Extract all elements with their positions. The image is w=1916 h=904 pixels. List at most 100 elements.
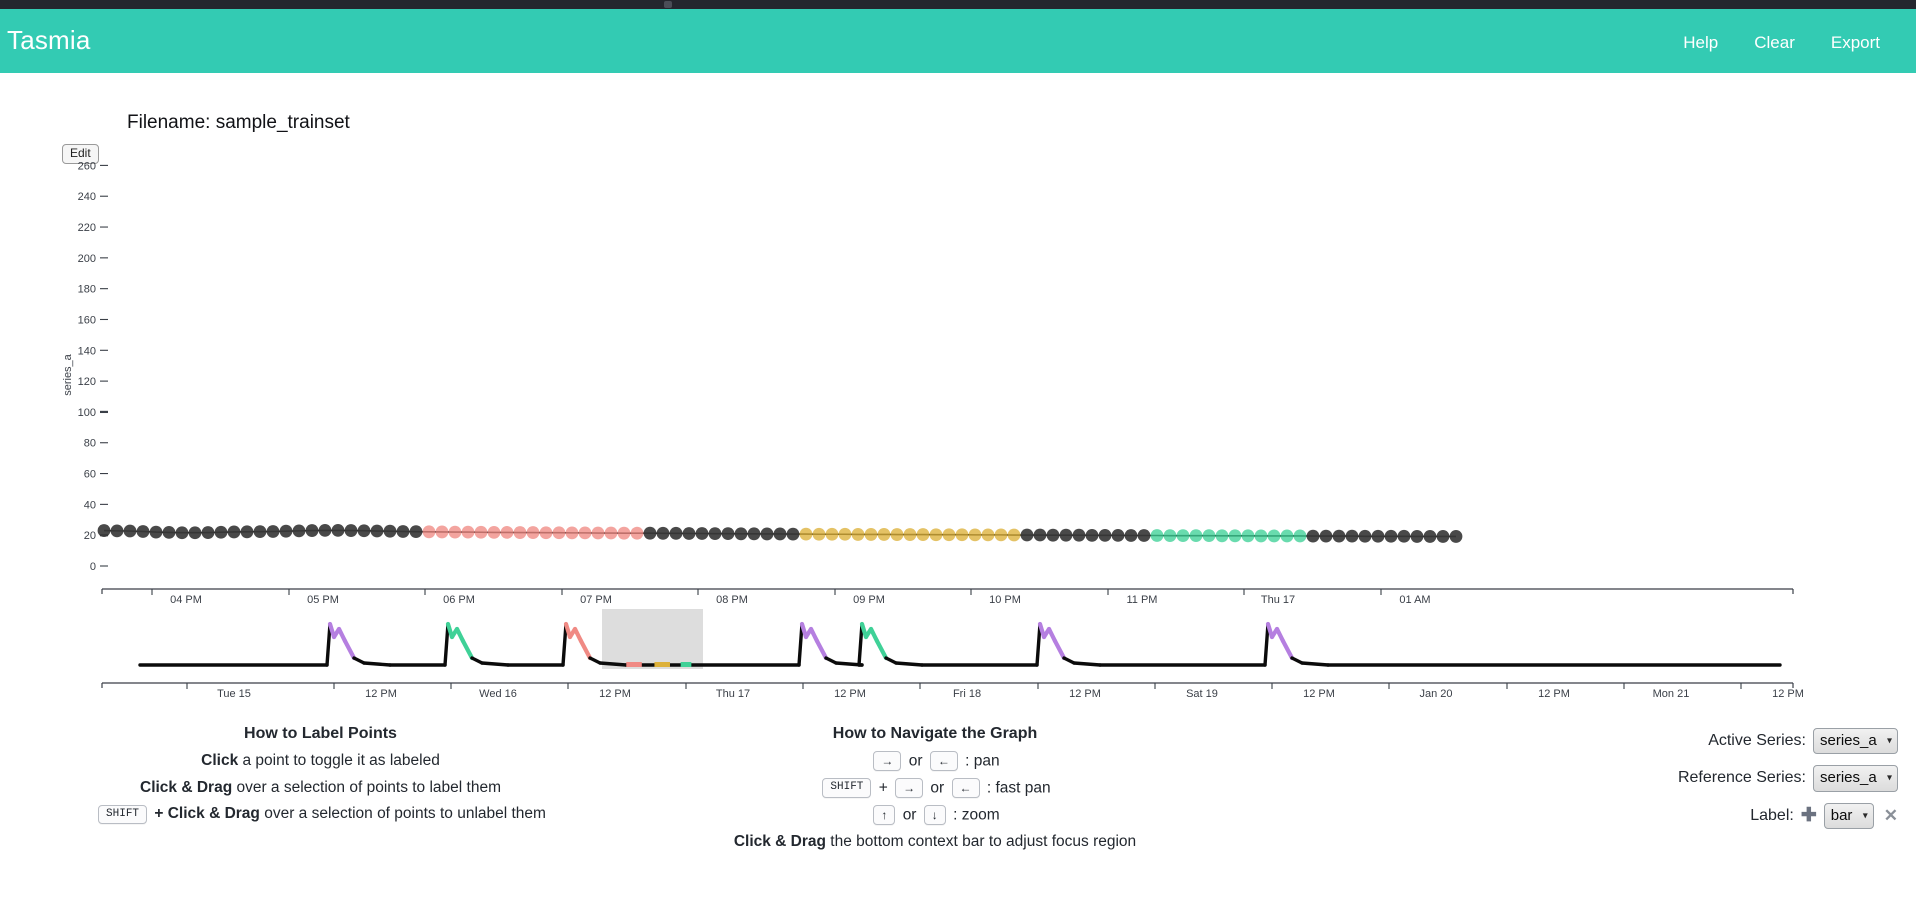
- data-point[interactable]: [500, 526, 514, 539]
- data-point[interactable]: [1358, 529, 1372, 543]
- data-point[interactable]: [513, 526, 527, 539]
- data-point[interactable]: [97, 524, 111, 537]
- data-point[interactable]: [799, 527, 813, 541]
- data-point[interactable]: [630, 526, 644, 540]
- data-point[interactable]: [188, 526, 202, 540]
- data-point[interactable]: [1124, 529, 1138, 542]
- data-point[interactable]: [1085, 528, 1099, 542]
- data-point[interactable]: [474, 525, 488, 539]
- data-point[interactable]: [1293, 529, 1307, 543]
- data-point[interactable]: [903, 528, 917, 541]
- data-point[interactable]: [539, 526, 553, 540]
- data-point[interactable]: [565, 526, 579, 540]
- label-select[interactable]: bar: [1823, 802, 1874, 829]
- data-point[interactable]: [721, 527, 735, 541]
- data-point[interactable]: [1046, 528, 1060, 542]
- data-point[interactable]: [409, 525, 423, 539]
- data-point[interactable]: [357, 524, 371, 538]
- data-point[interactable]: [136, 525, 150, 538]
- data-point[interactable]: [695, 527, 709, 540]
- data-point[interactable]: [656, 526, 670, 540]
- data-point[interactable]: [175, 526, 189, 540]
- data-point[interactable]: [318, 524, 332, 537]
- data-point[interactable]: [825, 527, 839, 541]
- data-point[interactable]: [552, 526, 566, 540]
- data-point[interactable]: [305, 524, 319, 537]
- data-point[interactable]: [370, 524, 384, 538]
- data-point[interactable]: [682, 527, 696, 540]
- data-point[interactable]: [1150, 529, 1164, 542]
- data-point[interactable]: [292, 524, 306, 538]
- data-point[interactable]: [422, 525, 436, 539]
- data-point[interactable]: [1423, 530, 1437, 543]
- data-point[interactable]: [851, 528, 865, 541]
- data-point[interactable]: [1137, 529, 1151, 542]
- data-point[interactable]: [1254, 529, 1268, 543]
- data-point[interactable]: [929, 528, 943, 542]
- data-point[interactable]: [1007, 528, 1021, 542]
- active-series-select[interactable]: series_a: [1813, 728, 1898, 755]
- data-point[interactable]: [578, 526, 592, 540]
- data-point[interactable]: [812, 527, 826, 541]
- data-point[interactable]: [396, 525, 410, 538]
- data-point[interactable]: [1215, 529, 1229, 543]
- data-point[interactable]: [110, 524, 124, 538]
- data-point[interactable]: [526, 526, 540, 539]
- data-point[interactable]: [1202, 529, 1216, 543]
- data-point[interactable]: [435, 525, 449, 539]
- data-point[interactable]: [708, 527, 722, 541]
- data-point[interactable]: [461, 525, 475, 539]
- data-point[interactable]: [734, 527, 748, 541]
- data-point[interactable]: [1371, 529, 1385, 543]
- data-point[interactable]: [1306, 529, 1320, 543]
- data-point[interactable]: [604, 526, 618, 540]
- data-point[interactable]: [1280, 529, 1294, 543]
- data-point[interactable]: [1241, 529, 1255, 543]
- data-point[interactable]: [1189, 529, 1203, 543]
- remove-label-icon[interactable]: ✕: [1884, 807, 1898, 824]
- data-point[interactable]: [1410, 530, 1424, 543]
- data-point[interactable]: [266, 525, 280, 538]
- data-point[interactable]: [448, 525, 462, 539]
- context-selection-window[interactable]: [602, 609, 703, 669]
- data-point[interactable]: [1397, 529, 1411, 543]
- chart-svg[interactable]: 0 20 40 60 80 100 120 140 160 180 200 220 240 260 ser…: [0, 0, 1916, 730]
- data-point[interactable]: [1020, 528, 1034, 542]
- data-point[interactable]: [149, 525, 163, 539]
- data-point[interactable]: [1267, 529, 1281, 543]
- data-point[interactable]: [747, 527, 761, 541]
- data-point[interactable]: [617, 526, 631, 540]
- data-point[interactable]: [1332, 529, 1346, 543]
- main-series-group[interactable]: [97, 524, 1463, 543]
- data-point[interactable]: [383, 524, 397, 538]
- data-point[interactable]: [214, 525, 228, 539]
- data-point[interactable]: [1228, 529, 1242, 543]
- data-point[interactable]: [201, 526, 215, 539]
- data-point[interactable]: [994, 528, 1008, 542]
- data-point[interactable]: [1436, 530, 1450, 543]
- data-point[interactable]: [123, 524, 137, 538]
- data-point[interactable]: [1059, 528, 1073, 542]
- add-label-icon[interactable]: ✚: [1801, 806, 1817, 825]
- data-point[interactable]: [955, 528, 969, 542]
- data-point[interactable]: [838, 527, 852, 541]
- data-point[interactable]: [331, 524, 345, 537]
- data-point[interactable]: [1111, 528, 1125, 542]
- data-point[interactable]: [344, 524, 358, 537]
- data-point[interactable]: [227, 525, 241, 539]
- data-point[interactable]: [981, 528, 995, 542]
- data-point[interactable]: [1449, 530, 1463, 543]
- data-point[interactable]: [1072, 528, 1086, 542]
- reference-series-select[interactable]: series_a: [1813, 765, 1898, 792]
- data-point[interactable]: [916, 528, 930, 541]
- data-point[interactable]: [877, 528, 891, 541]
- data-point[interactable]: [786, 527, 800, 541]
- data-point[interactable]: [1098, 528, 1112, 542]
- data-point[interactable]: [162, 526, 176, 539]
- data-point[interactable]: [487, 526, 501, 539]
- data-point[interactable]: [591, 526, 605, 540]
- data-point[interactable]: [669, 526, 683, 540]
- data-point[interactable]: [253, 525, 267, 539]
- data-point[interactable]: [1345, 529, 1359, 543]
- data-point[interactable]: [1033, 528, 1047, 542]
